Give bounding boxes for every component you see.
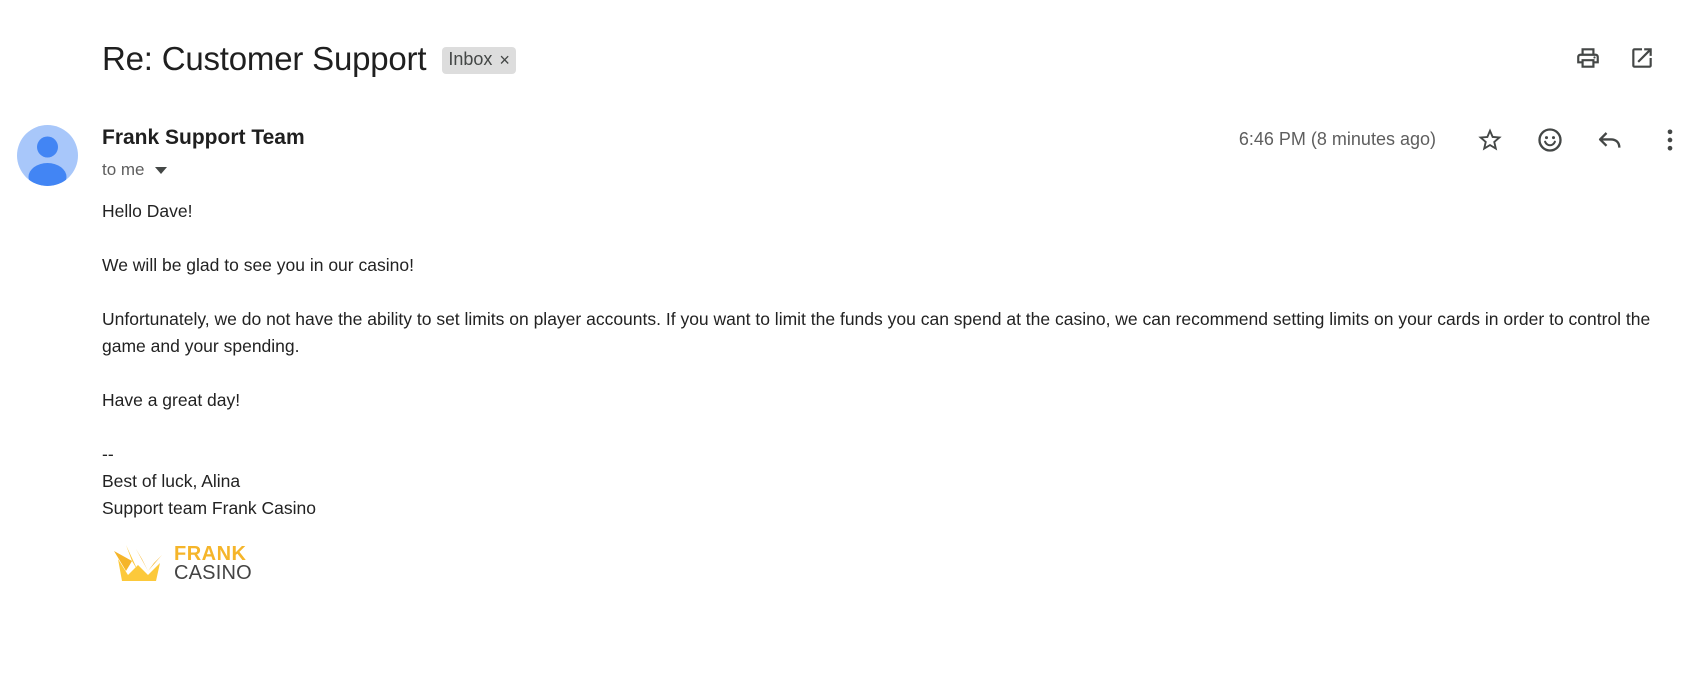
email-subject: Re: Customer Support xyxy=(102,40,427,77)
more-options-icon[interactable] xyxy=(1656,126,1684,154)
message-body: Hello Dave! We will be glad to see you i… xyxy=(102,198,1682,522)
remove-label-icon[interactable]: × xyxy=(499,51,510,69)
message-timestamp: 6:46 PM (8 minutes ago) xyxy=(1238,129,1436,149)
thread-toolbar xyxy=(1574,44,1656,72)
recipient-details: to me xyxy=(102,160,167,180)
email-view: Re: Customer Support Inbox × Frank Suppo… xyxy=(0,0,1698,674)
recipient-text: to me xyxy=(102,160,145,179)
body-paragraph: Unfortunately, we do not have the abilit… xyxy=(102,309,1651,356)
subject-row: Re: Customer Support Inbox × xyxy=(102,40,516,78)
inbox-label-chip[interactable]: Inbox × xyxy=(442,46,516,74)
signature-line: Best of luck, Alina xyxy=(102,471,241,491)
label-name: Inbox xyxy=(448,49,493,69)
emoji-reaction-icon[interactable] xyxy=(1536,126,1564,154)
crown-icon xyxy=(114,545,162,581)
open-in-new-window-icon[interactable] xyxy=(1628,44,1656,72)
body-paragraph: We will be glad to see you in our casino… xyxy=(102,255,414,275)
logo-wordmark: FRANK CASINO xyxy=(174,544,252,584)
print-icon[interactable] xyxy=(1574,44,1602,72)
sender-name[interactable]: Frank Support Team xyxy=(102,126,305,150)
frank-casino-logo: FRANK CASINO xyxy=(112,544,252,584)
signature-line: Support team Frank Casino xyxy=(102,498,316,518)
greeting-text: Hello Dave! xyxy=(102,201,193,221)
logo-line-casino: CASINO xyxy=(174,562,252,584)
sender-avatar[interactable] xyxy=(17,125,78,186)
show-details-dropdown-icon[interactable] xyxy=(154,166,167,174)
star-icon[interactable] xyxy=(1476,126,1504,154)
signature-separator: -- xyxy=(102,444,114,464)
message-actions xyxy=(1476,126,1684,154)
reply-icon[interactable] xyxy=(1596,126,1624,154)
closing-text: Have a great day! xyxy=(102,390,241,410)
